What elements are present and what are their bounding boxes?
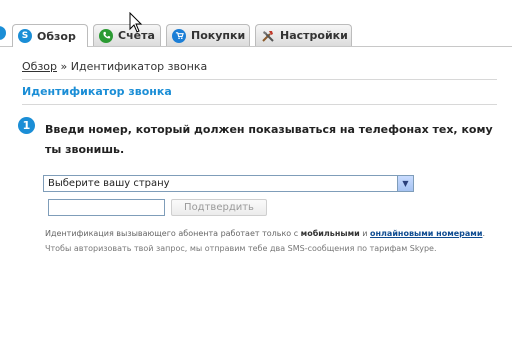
page-title: Идентификатор звонка	[22, 85, 172, 98]
step-number-badge: 1	[18, 117, 35, 134]
tab-purchases-label: Покупки	[191, 29, 246, 42]
tab-settings[interactable]: Настройки	[255, 24, 352, 46]
phone-icon	[99, 28, 113, 43]
online-numbers-link[interactable]: онлайновыми номерами	[370, 229, 482, 238]
phone-number-input[interactable]	[48, 199, 165, 216]
breadcrumb-separator: »	[57, 60, 71, 73]
tools-icon	[261, 29, 275, 43]
tab-strip: S Обзор Счета Покупки Настройки	[0, 0, 512, 47]
note-period: .	[482, 229, 485, 238]
country-select-value: Выберите вашу страну	[48, 178, 170, 189]
skype-icon: S	[18, 29, 32, 43]
confirm-button[interactable]: Подтвердить	[171, 199, 267, 216]
note-mobile-bold: мобильными	[300, 229, 360, 238]
tab-settings-label: Настройки	[280, 29, 348, 42]
sms-authorization-note: Чтобы авторизовать твой запрос, мы отпра…	[45, 244, 437, 253]
breadcrumb-current: Идентификатор звонка	[70, 60, 208, 73]
step-instruction: Введи номер, который должен показываться…	[45, 123, 493, 156]
tab-overview[interactable]: S Обзор	[12, 24, 88, 47]
caller-id-note: Идентификация вызывающего абонента работ…	[45, 229, 485, 238]
divider	[22, 79, 497, 80]
breadcrumb-link-overview[interactable]: Обзор	[22, 60, 57, 73]
divider	[22, 104, 497, 105]
note-text: Идентификация вызывающего абонента работ…	[45, 229, 301, 238]
tab-accounts[interactable]: Счета	[93, 24, 161, 46]
country-select[interactable]: Выберите вашу страну ▼	[43, 175, 414, 192]
chevron-down-icon[interactable]: ▼	[397, 176, 413, 191]
mouse-cursor-icon	[129, 12, 143, 33]
tab-overview-label: Обзор	[37, 29, 76, 43]
tab-purchases[interactable]: Покупки	[166, 24, 250, 46]
skype-logo-edge	[0, 26, 6, 40]
breadcrumb: Обзор » Идентификатор звонка	[22, 60, 207, 73]
note-text-and: и	[359, 229, 371, 238]
cart-icon	[172, 28, 186, 43]
